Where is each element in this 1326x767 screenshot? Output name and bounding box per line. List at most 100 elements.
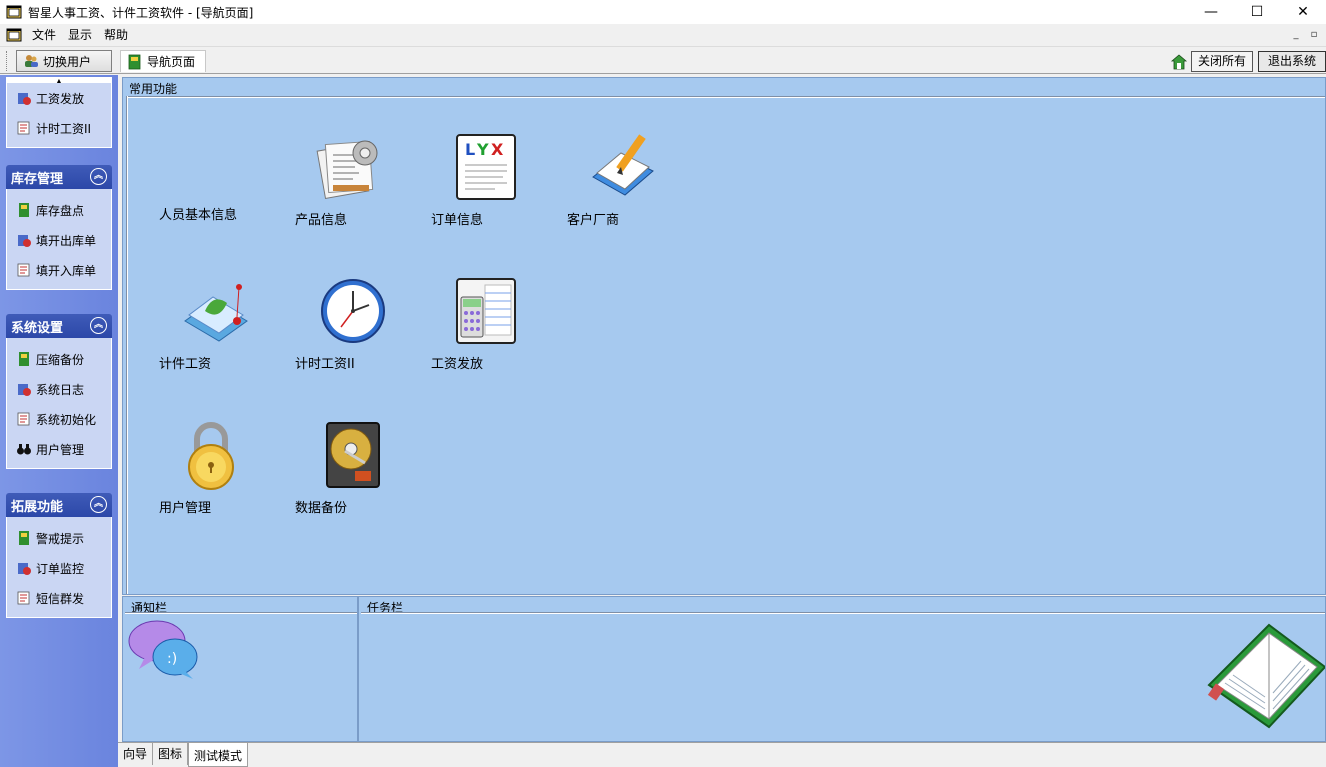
salary-icon	[18, 93, 31, 105]
menu-file[interactable]: 文件	[26, 24, 62, 46]
hard-disk-icon	[326, 422, 380, 488]
sidebar-group-system-settings: 系统设置 ︽ 压缩备份 系统日志 系统初始化 用户管理	[6, 314, 112, 469]
function-label: 计件工资	[159, 357, 212, 372]
sidebar-item-compress-backup[interactable]: 压缩备份	[7, 344, 111, 374]
sidebar-item-alert-prompt[interactable]: 警戒提示	[7, 523, 111, 553]
function-piece-wage[interactable]: 计件工资	[151, 277, 261, 387]
function-label: 订单信息	[431, 213, 484, 228]
function-hourly-wage[interactable]: 计时工资II	[287, 277, 397, 387]
panel-divider	[125, 612, 357, 614]
notepad-icon	[17, 412, 30, 426]
book-icon	[19, 203, 29, 217]
toolbar-grip[interactable]	[6, 51, 10, 71]
sidebar-item-label: 系统日志	[36, 382, 85, 397]
nav-page-label: 导航页面	[147, 55, 196, 69]
function-order-info[interactable]: L Y X 订单信息	[423, 133, 533, 243]
menu-help[interactable]: 帮助	[98, 24, 134, 46]
sidebar-item-label: 库存盘点	[36, 203, 85, 218]
sidebar-item-inbound-order[interactable]: 填开入库单	[7, 255, 111, 285]
function-label: 客户厂商	[567, 213, 620, 228]
minimize-button[interactable]: —	[1188, 0, 1234, 24]
notepad-icon	[17, 263, 30, 277]
lyx-document-icon: L Y X	[456, 134, 516, 200]
function-personnel-info[interactable]: 人员基本信息	[151, 133, 261, 243]
sidebar-item-system-init[interactable]: 系统初始化	[7, 404, 111, 434]
task-panel: 任务栏	[358, 596, 1326, 742]
mdi-restore-button[interactable]: ▫	[1306, 28, 1322, 42]
close-button[interactable]: ✕	[1280, 0, 1326, 24]
notification-panel: 通知栏 :)	[122, 596, 358, 742]
title-bar: 智星人事工资、计件工资软件 - [导航页面] — ☐ ✕	[0, 0, 1326, 24]
clock-icon	[321, 279, 385, 343]
switch-user-label: 切换用户	[43, 54, 92, 69]
sidebar-item-outbound-order[interactable]: 填开出库单	[7, 225, 111, 255]
collapse-icon[interactable]: ︽	[90, 317, 107, 334]
function-salary-payment[interactable]: 工资发放	[423, 277, 533, 387]
sidebar-group-header[interactable]: 拓展功能 ︽	[6, 493, 112, 517]
switch-user-button[interactable]: 切换用户	[16, 50, 112, 72]
sidebar: ▲ 工资发放 计时工资II 库存管理 ︽ 库存盘点 填开出库单 填开入库单 系统…	[0, 75, 118, 767]
sidebar-group-title: 拓展功能	[11, 499, 64, 515]
sidebar-item-label: 压缩备份	[36, 352, 85, 367]
svg-text:Y: Y	[476, 140, 489, 159]
sidebar-item-label: 填开出库单	[36, 233, 97, 248]
sidebar-item-user-management[interactable]: 用户管理	[7, 434, 111, 464]
sidebar-group-top: 工资发放 计时工资II	[6, 83, 112, 148]
collapse-icon[interactable]: ︽	[90, 168, 107, 185]
menu-view[interactable]: 显示	[62, 24, 98, 46]
app-icon	[6, 5, 22, 19]
notepad-icon	[17, 591, 30, 605]
bottom-tab-bar: 向导 图标 测试模式	[118, 742, 1326, 767]
mdi-child-icon[interactable]	[6, 27, 22, 43]
tab-wizard[interactable]: 向导	[118, 743, 154, 765]
function-product-info[interactable]: 产品信息	[287, 133, 397, 243]
menu-bar: 文件 显示 帮助 _ ▫	[0, 24, 1326, 46]
function-customer-vendor[interactable]: 客户厂商	[559, 133, 669, 243]
function-label: 用户管理	[159, 501, 212, 516]
documents-gear-icon	[316, 140, 378, 200]
notepad-icon	[17, 121, 30, 135]
function-label: 数据备份	[295, 501, 348, 516]
book-icon	[19, 352, 29, 366]
sidebar-group-header[interactable]: 库存管理 ︽	[6, 165, 112, 189]
exit-system-button[interactable]: 退出系统	[1258, 51, 1326, 72]
window-title: 智星人事工资、计件工资软件 - [导航页面]	[28, 5, 254, 20]
binoculars-icon	[17, 444, 31, 455]
mdi-minimize-button[interactable]: _	[1288, 28, 1304, 42]
sidebar-group-inventory: 库存管理 ︽ 库存盘点 填开出库单 填开入库单	[6, 165, 112, 290]
sidebar-item-salary-payment[interactable]: 工资发放	[7, 83, 111, 113]
collapse-icon[interactable]: ︽	[90, 496, 107, 513]
open-notebook-icon	[1207, 623, 1325, 729]
tab-test-mode[interactable]: 测试模式	[188, 743, 249, 767]
group-label: 常用功能	[129, 82, 178, 96]
sidebar-item-order-monitor[interactable]: 订单监控	[7, 553, 111, 583]
panel-divider	[361, 612, 1325, 614]
sidebar-item-system-log[interactable]: 系统日志	[7, 374, 111, 404]
sidebar-item-stocktake[interactable]: 库存盘点	[7, 195, 111, 225]
sidebar-group-header[interactable]: 系统设置 ︽	[6, 314, 112, 338]
sidebar-item-label: 计时工资II	[36, 121, 92, 136]
home-icon[interactable]	[1170, 53, 1188, 71]
salary-icon	[18, 563, 31, 575]
maximize-button[interactable]: ☐	[1234, 0, 1280, 24]
sidebar-item-label: 填开入库单	[36, 263, 97, 278]
group-divider	[126, 96, 1325, 98]
sidebar-group-title: 系统设置	[11, 320, 64, 336]
padlock-icon	[188, 422, 234, 490]
function-label: 产品信息	[295, 213, 348, 228]
chat-bubbles-icon[interactable]: :)	[127, 619, 201, 683]
function-label: 人员基本信息	[159, 208, 238, 223]
sidebar-item-label: 用户管理	[36, 442, 85, 457]
sidebar-item-label: 订单监控	[36, 561, 85, 576]
sidebar-item-sms-broadcast[interactable]: 短信群发	[7, 583, 111, 613]
function-label: 计时工资II	[295, 357, 355, 372]
sidebar-item-label: 工资发放	[36, 91, 85, 106]
book-icon	[19, 531, 29, 545]
function-data-backup[interactable]: 数据备份	[287, 421, 397, 531]
sidebar-item-hourly-wage[interactable]: 计时工资II	[7, 113, 111, 143]
tab-icons[interactable]: 图标	[153, 743, 189, 765]
function-user-management[interactable]: 用户管理	[151, 421, 261, 531]
sidebar-group-title: 库存管理	[11, 171, 64, 187]
tab-nav-page[interactable]: 导航页面	[120, 50, 206, 72]
close-all-button[interactable]: 关闭所有	[1191, 51, 1253, 72]
